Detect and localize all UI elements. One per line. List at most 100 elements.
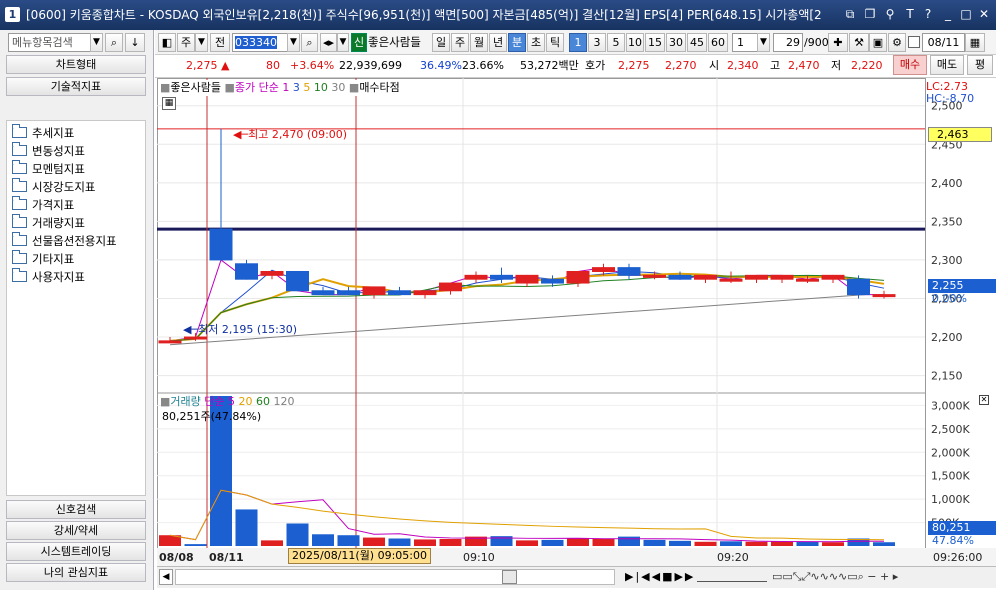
tree-item[interactable]: 거래량지표 (12, 214, 85, 233)
candle-body (260, 270, 284, 276)
low-price: 2,220 (851, 59, 883, 72)
legend-vol-ma-5: 5 (228, 395, 236, 408)
tech-indicator-button[interactable]: 기술적지표 (6, 77, 146, 96)
chart-type-button[interactable]: 차트형태 (6, 55, 146, 74)
drawing-tools[interactable]: ▭▭⤡⤢∿∿∿∿▭⌕ − + ▸ (772, 570, 992, 586)
price-change-pct: +3.64% (290, 59, 335, 72)
legend-vol-ma-20: 20 (238, 395, 253, 408)
buy-button[interactable]: 매수 (893, 55, 927, 75)
system-trading-button[interactable]: 시스템트레이딩 (6, 542, 146, 561)
date-input[interactable]: 08/11 (922, 33, 965, 52)
candle-body (515, 274, 539, 284)
crosshair-icon[interactable]: ✚ (828, 33, 848, 52)
copy-icon[interactable]: ❐ (862, 6, 878, 22)
interval-button[interactable]: 15 (645, 33, 665, 52)
tree-item[interactable]: 선물옵션전용지표 (12, 232, 117, 251)
period-button[interactable]: 월 (470, 33, 488, 52)
legend-ma-label: 종가 단순 (234, 81, 279, 94)
gear-icon[interactable]: ⚙ (888, 33, 906, 52)
open-price: 2,340 (727, 59, 759, 72)
tree-item[interactable]: 변동성지표 (12, 142, 85, 161)
text-icon[interactable]: T (902, 6, 918, 22)
period-button[interactable]: 틱 (546, 33, 564, 52)
candle-body (158, 340, 182, 344)
playback-controls[interactable]: ▶|◀◀■▶▶ (625, 570, 705, 586)
menu-search-input[interactable]: 메뉴항목검색 (8, 33, 102, 52)
period-button[interactable]: 주 (451, 33, 469, 52)
volume-bar (745, 541, 768, 546)
volume-tick-label: 1,000K (931, 493, 970, 506)
candle-body (209, 228, 233, 261)
candle-body (719, 278, 743, 282)
high-label: 고 (770, 59, 781, 72)
history-dropdown-icon[interactable]: ▼ (337, 33, 349, 52)
folder-icon (12, 250, 27, 264)
volume-bar (414, 539, 436, 546)
search-icon[interactable]: ⌕ (105, 33, 123, 52)
tree-item[interactable]: 시장강도지표 (12, 178, 96, 197)
zoom-slider[interactable] (697, 572, 767, 582)
interval-button[interactable]: 10 (626, 33, 644, 52)
price-tick-label: 2,400 (931, 177, 963, 190)
page-count-input[interactable]: 29 (773, 33, 803, 52)
scroll-thumb[interactable] (502, 570, 517, 584)
scroll-left-icon[interactable]: ◀ (159, 569, 173, 585)
down-arrow-icon[interactable]: ↓ (125, 33, 145, 52)
interval-button[interactable]: 45 (687, 33, 707, 52)
volume-bar (720, 541, 742, 546)
chart-toggle-icon[interactable]: ◧ (158, 33, 176, 52)
stock-type-dropdown-icon[interactable]: ▼ (195, 33, 208, 52)
tree-item-label: 거래량지표 (32, 216, 85, 230)
scroll-track[interactable] (175, 569, 615, 585)
minimize-icon[interactable]: _ (940, 6, 956, 22)
turnover-rate: 23.66% (462, 59, 504, 72)
sell-button[interactable]: 매도 (930, 55, 964, 75)
tools-icon[interactable]: ⚒ (849, 33, 869, 52)
maximize-icon[interactable]: □ (958, 6, 974, 22)
tree-item-label: 시장강도지표 (32, 180, 96, 194)
interval-button[interactable]: 5 (607, 33, 625, 52)
search-dropdown-icon[interactable]: ▼ (90, 33, 103, 52)
folder-icon (12, 160, 27, 174)
period-button[interactable]: 년 (489, 33, 507, 52)
interval-button[interactable]: 60 (708, 33, 728, 52)
folder-icon (12, 124, 27, 138)
pin-icon[interactable]: ⚲ (882, 6, 898, 22)
interval-button[interactable]: 3 (588, 33, 606, 52)
save-icon[interactable]: ▣ (869, 33, 887, 52)
tree-item-label: 가격지표 (32, 198, 75, 212)
open-label: 시 (709, 59, 720, 72)
code-dropdown-icon[interactable]: ▼ (287, 33, 300, 52)
all-button[interactable]: 전 (210, 33, 230, 52)
prev-next-icon[interactable]: ◂▸ (320, 33, 337, 52)
table-icon[interactable]: ▦ (162, 97, 176, 110)
period-button[interactable]: 일 (432, 33, 450, 52)
calendar-icon[interactable]: ▦ (965, 33, 985, 52)
tree-item[interactable]: 추세지표 (12, 124, 74, 143)
stock-code-input[interactable]: 033340 (232, 33, 288, 52)
help-icon[interactable]: ? (920, 6, 936, 22)
search-icon[interactable]: ⌕ (301, 33, 318, 52)
interval-button[interactable]: 30 (666, 33, 686, 52)
restore-icon[interactable]: ⧉ (842, 6, 858, 22)
interval-button[interactable]: 1 (569, 33, 587, 52)
count-dropdown-icon[interactable]: ▼ (757, 33, 770, 52)
tree-item[interactable]: 모멘텀지표 (12, 160, 85, 179)
x-tick-label: 09:20 (717, 551, 749, 564)
tree-item[interactable]: 사용자지표 (12, 268, 85, 287)
period-button[interactable]: 분 (508, 33, 526, 52)
my-indicators-button[interactable]: 나의 관심지표 (6, 563, 146, 582)
close-icon[interactable]: ✕ (976, 6, 992, 22)
signal-search-button[interactable]: 신호검색 (6, 500, 146, 519)
candle-body (490, 274, 513, 280)
pane-close-icon[interactable]: ✕ (979, 395, 989, 405)
title-bar: 1 [0600] 키움종합차트 - KOSDAQ 외국인보유[2,218(천)]… (0, 0, 996, 30)
period-button[interactable]: 초 (527, 33, 545, 52)
date-checkbox[interactable] (908, 36, 920, 48)
high-annotation: ◀─최고 2,470 (09:00) (233, 128, 348, 141)
tree-item[interactable]: 기타지표 (12, 250, 74, 269)
strong-weak-button[interactable]: 강세/약세 (6, 521, 146, 540)
stock-type-button[interactable]: 주 (177, 33, 195, 52)
tree-item[interactable]: 가격지표 (12, 196, 75, 215)
eval-button[interactable]: 평 (967, 55, 993, 75)
